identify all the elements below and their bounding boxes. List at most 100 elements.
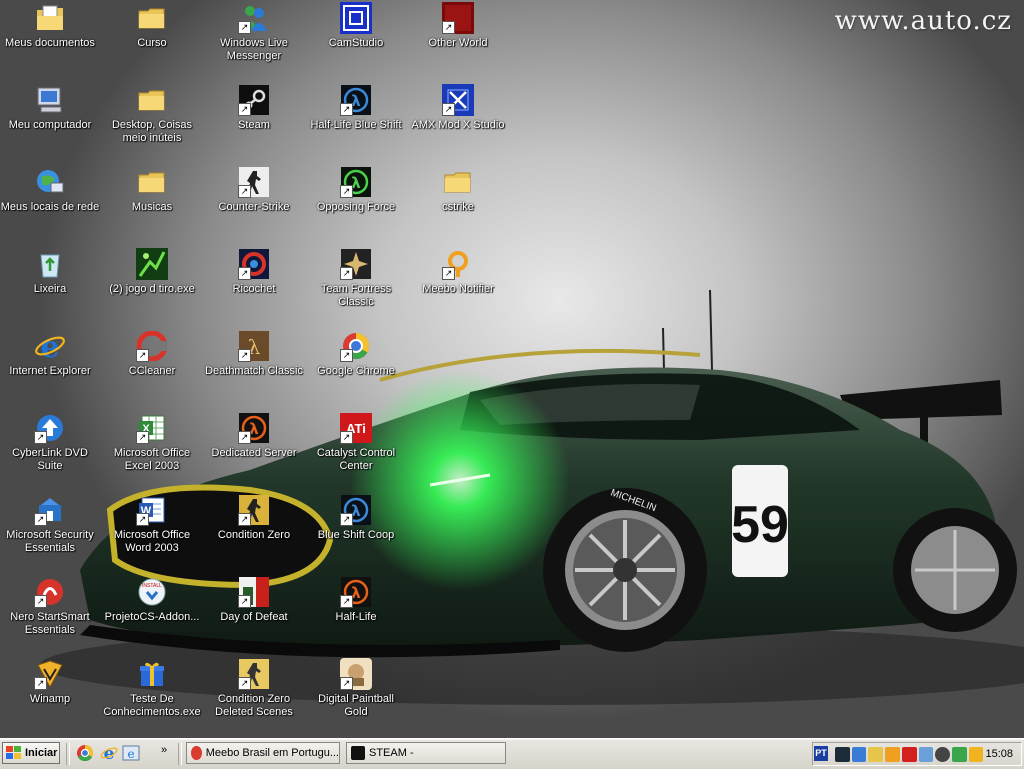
quicklaunch-browser-icon[interactable]: e [122, 744, 140, 762]
svg-text:e: e [127, 747, 134, 761]
quicklaunch-overflow-chevron[interactable]: » [161, 744, 167, 756]
taskbar-button[interactable]: Meebo Brasil em Portugu... [186, 742, 340, 764]
desktop-icon[interactable]: ↗ Microsoft Security Essentials [0, 494, 100, 555]
desktop-icon-label: Day of Defeat [220, 611, 288, 623]
desktop-icon[interactable]: ↗ CyberLink DVD Suite [0, 412, 100, 473]
desktop-icon[interactable]: ↗ Nero StartSmart Essentials [0, 576, 100, 637]
desktop-icon-label: Desktop, Coisas meio inúteis [111, 119, 193, 144]
desktop[interactable]: www.auto.cz 59 MICHELIN Meus documentos … [0, 0, 1024, 738]
desktop-icon-label: Half-Life Blue Shift [310, 119, 402, 131]
mail-tray-icon[interactable] [868, 746, 884, 762]
desktop-icon[interactable]: ↗ Google Chrome [306, 330, 406, 378]
desktop-icon[interactable]: ↗ Digital Paintball Gold [306, 658, 406, 719]
steam-icon: ↗ [238, 84, 270, 116]
desktop-icon-label: cstrike [442, 201, 474, 213]
desktop-icon[interactable]: λ ↗ Half-Life Blue Shift [306, 84, 406, 132]
meebo-notifier-icon: ↗ [442, 248, 474, 280]
desktop-icon-label: Meus locais de rede [0, 201, 100, 213]
desktop-icon[interactable]: ↗ Counter-Strike [204, 166, 304, 214]
desktop-icon[interactable]: ↗ Condition Zero [204, 494, 304, 542]
desktop-icon[interactable]: X ↗ Microsoft Office Excel 2003 [102, 412, 202, 473]
desktop-icon[interactable]: Teste De Conhecimentos.exe [102, 658, 202, 719]
tray-app-icon[interactable] [935, 746, 951, 762]
desktop-icon[interactable]: ↗ Ricochet [204, 248, 304, 296]
start-button[interactable]: Iniciar [2, 742, 60, 764]
messenger-tray-icon[interactable] [851, 746, 867, 762]
shortcut-arrow-icon: ↗ [34, 677, 47, 690]
google-chrome-icon: ↗ [340, 330, 372, 362]
desktop-icon[interactable]: e Internet Explorer [0, 330, 100, 378]
desktop-icon[interactable]: ↗ Other World [408, 2, 508, 50]
desktop-icon[interactable]: Meu computador [0, 84, 100, 132]
desktop-icon[interactable]: ↗ AMX Mod X Studio [408, 84, 508, 132]
desktop-icon-label: Steam [238, 119, 270, 131]
condition-zero-deleted-scenes-icon: ↗ [238, 658, 270, 690]
desktop-icon-label: Microsoft Office Excel 2003 [113, 447, 191, 472]
shortcut-arrow-icon: ↗ [34, 431, 47, 444]
winamp-tray-icon[interactable] [968, 746, 984, 762]
shortcut-arrow-icon: ↗ [34, 513, 47, 526]
desktop-icon[interactable]: cstrike [408, 166, 508, 214]
desktop-icon[interactable]: ↗ Team Fortress Classic [306, 248, 406, 309]
quicklaunch-chrome-icon[interactable] [76, 744, 94, 762]
shortcut-arrow-icon: ↗ [340, 103, 353, 116]
desktop-icon[interactable]: ↗ Meebo Notifier [408, 248, 508, 296]
desktop-icon[interactable]: λ ↗ Deathmatch Classic [204, 330, 304, 378]
quicklaunch-ie-icon[interactable]: e [100, 744, 118, 762]
desktop-icon-label: Ricochet [232, 283, 276, 295]
folder-icon [136, 2, 168, 34]
shortcut-arrow-icon: ↗ [238, 185, 251, 198]
half-life-icon: λ ↗ [340, 576, 372, 608]
game-exe-icon [136, 248, 168, 280]
counter-strike-icon: ↗ [238, 166, 270, 198]
condition-zero-icon: ↗ [238, 494, 270, 526]
desktop-icon[interactable]: INSTALL ProjetoCS-Addon... [102, 576, 202, 624]
my-documents-icon [34, 2, 66, 34]
desktop-icon[interactable]: ↗ Condition Zero Deleted Scenes [204, 658, 304, 719]
shortcut-arrow-icon: ↗ [340, 267, 353, 280]
desktop-icon[interactable]: Musicas [102, 166, 202, 214]
desktop-icon[interactable]: ↗ Winamp [0, 658, 100, 706]
desktop-icon[interactable]: λ ↗ Opposing Force [306, 166, 406, 214]
desktop-icon[interactable]: λ ↗ Blue Shift Coop [306, 494, 406, 542]
desktop-icon[interactable]: ↗ CCleaner [102, 330, 202, 378]
desktop-icon-label: Meus documentos [5, 37, 95, 49]
desktop-icon[interactable]: Meus documentos [0, 2, 100, 50]
desktop-icon[interactable]: ↗ Day of Defeat [204, 576, 304, 624]
steam-tray-icon[interactable] [835, 746, 850, 762]
shortcut-arrow-icon: ↗ [238, 349, 251, 362]
desktop-icon[interactable]: λ ↗ Dedicated Server [204, 412, 304, 460]
desktop-icon-label: Opposing Force [316, 201, 396, 213]
word-icon: W ↗ [136, 494, 168, 526]
desktop-icon-label: Winamp [29, 693, 71, 705]
desktop-icon-label: CamStudio [328, 37, 384, 49]
network-tray-icon[interactable] [918, 746, 934, 762]
desktop-icon[interactable]: ↗ Steam [204, 84, 304, 132]
blue-shift-icon: λ ↗ [340, 84, 372, 116]
meebo-tray-icon[interactable] [885, 746, 900, 762]
team-fortress-classic-icon: ↗ [340, 248, 372, 280]
desktop-icon[interactable]: W ↗ Microsoft Office Word 2003 [102, 494, 202, 555]
desktop-icon-label: AMX Mod X Studio [411, 119, 505, 131]
desktop-icon-label: Meebo Notifier [422, 283, 494, 295]
desktop-icon[interactable]: Desktop, Coisas meio inúteis [102, 84, 202, 145]
recycle-bin-icon [34, 248, 66, 280]
desktop-icon[interactable]: ATi ↗ Catalyst Control Center [306, 412, 406, 473]
desktop-icon[interactable]: λ ↗ Half-Life [306, 576, 406, 624]
taskbar-button[interactable]: STEAM - [346, 742, 506, 764]
day-of-defeat-icon: ↗ [238, 576, 270, 608]
desktop-icon[interactable]: Meus locais de rede [0, 166, 100, 214]
security-tray-icon[interactable] [952, 746, 967, 762]
desktop-icon[interactable]: CamStudio [306, 2, 406, 50]
desktop-icon-label: Deathmatch Classic [205, 365, 303, 377]
desktop-icon[interactable]: (2) jogo d tiro.exe [102, 248, 202, 296]
shortcut-arrow-icon: ↗ [238, 677, 251, 690]
shortcut-arrow-icon: ↗ [238, 267, 251, 280]
desktop-icon[interactable]: Lixeira [0, 248, 100, 296]
digital-paintball-icon: ↗ [340, 658, 372, 690]
system-tray: 15:08 [812, 742, 1022, 766]
desktop-icon[interactable]: Curso [102, 2, 202, 50]
clock[interactable]: 15:08 [985, 748, 1013, 760]
ati-tray-icon[interactable] [901, 746, 917, 762]
desktop-icon[interactable]: ↗ Windows Live Messenger [204, 2, 304, 63]
